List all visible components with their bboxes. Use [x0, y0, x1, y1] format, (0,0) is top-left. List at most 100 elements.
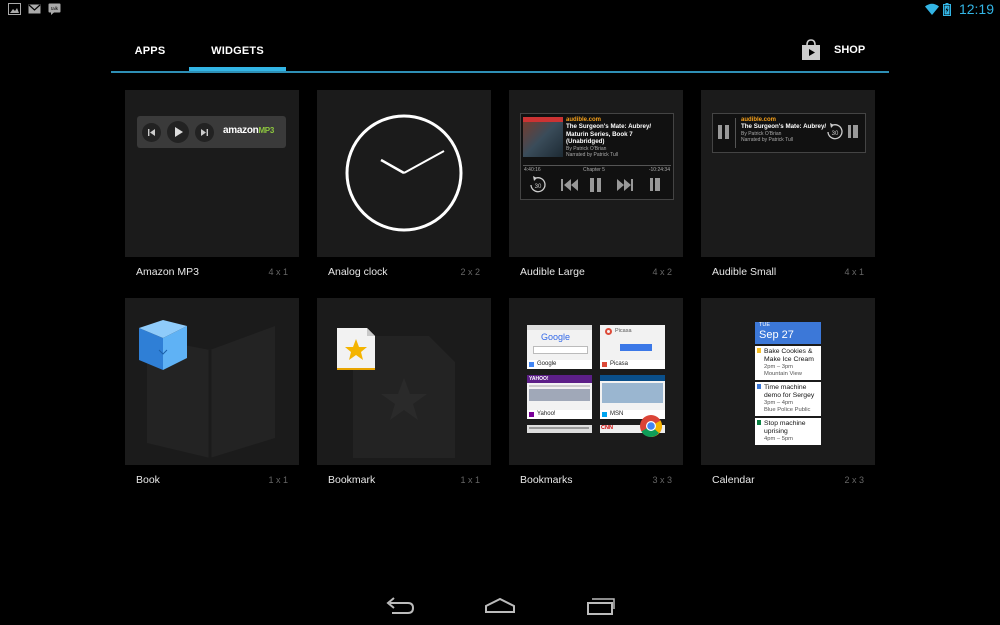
widget-name: Bookmark [328, 474, 376, 486]
bookmark-thumb-yahoo: YAHOO! Yahoo! [527, 375, 592, 419]
pause-icon [718, 125, 729, 139]
widget-name: Calendar [712, 474, 755, 486]
widget-size: 2 x 2 [460, 267, 480, 277]
widget-name: Audible Large [520, 266, 585, 278]
navigation-bar [0, 590, 1000, 625]
amazon-mp3-logo: amazonMP3 [223, 125, 274, 136]
widget-preview[interactable]: Google Google Picasa Picasa YAHOO! Yahoo… [509, 298, 683, 465]
calendar-date: Sep 27 [759, 329, 794, 341]
widget-preview[interactable] [125, 298, 299, 465]
system-icons: 12:19 [924, 1, 994, 17]
back-icon [386, 597, 415, 614]
bookmark-thumb-picasa: Picasa Picasa [600, 325, 665, 369]
back-button[interactable] [380, 594, 420, 618]
widget-audible-large[interactable]: audible.com The Surgeon's Mate: Aubrey/ … [509, 90, 683, 278]
bookmark-thumb-row3-left [527, 425, 592, 433]
audible-remaining: -10:24:34 [648, 167, 670, 173]
widget-bookmarks[interactable]: Google Google Picasa Picasa YAHOO! Yahoo… [509, 298, 683, 486]
home-button[interactable] [480, 594, 520, 618]
audible-small-controls: 30 [827, 123, 858, 140]
analog-clock-icon [345, 114, 463, 232]
audible-title-1: The Surgeon's Mate: Aubrey/ [566, 123, 652, 130]
clock-time: 12:19 [958, 1, 994, 17]
calendar-day-of-week: TUE [759, 322, 770, 328]
recents-button[interactable] [580, 594, 620, 618]
tab-widgets[interactable]: WIDGETS [189, 30, 286, 72]
home-icon [485, 597, 515, 613]
audible-chapter: Chapter 5 [583, 167, 605, 173]
widget-preview[interactable]: TUE Sep 27 Bake Cookies & Make Ice Cream… [701, 298, 875, 465]
audible-title-2: Maturin Series, Book 7 [566, 130, 633, 138]
next-icon [195, 123, 214, 142]
audible-small-preview: audible.com The Surgeon's Mate: Aubrey/ … [712, 113, 866, 153]
calendar-event: Bake Cookies & Make Ice Cream 2pm – 3pm … [755, 346, 821, 380]
rewind-30-icon: 30 [530, 176, 546, 193]
widget-size: 4 x 2 [652, 267, 672, 277]
audible-narrator: Narrated by Patrick Tull [566, 151, 618, 158]
widget-size: 1 x 1 [460, 475, 480, 485]
widget-book[interactable]: Book 1 x 1 [125, 298, 299, 486]
library-icon [848, 125, 858, 138]
widget-preview[interactable]: audible.com The Surgeon's Mate: Aubrey/ … [701, 90, 875, 257]
recents-icon [587, 598, 615, 615]
audible-controls: 30 [530, 176, 660, 193]
audible-title-3: (Unabridged) [566, 138, 605, 145]
widget-preview[interactable] [317, 90, 491, 257]
widget-name: Book [136, 474, 160, 486]
play-books-icon [139, 320, 275, 458]
widget-preview[interactable]: amazonMP3 [125, 90, 299, 257]
svg-text:talk: talk [51, 6, 59, 11]
rewind-30-icon: 30 [827, 123, 843, 140]
calendar-preview: TUE Sep 27 Bake Cookies & Make Ice Cream… [755, 322, 821, 445]
widget-size: 4 x 1 [268, 267, 288, 277]
widget-name: Bookmarks [520, 474, 573, 486]
tab-apps[interactable]: APPS [111, 30, 189, 72]
tab-divider [111, 71, 889, 73]
chrome-icon [640, 415, 662, 437]
gallery-icon [8, 3, 21, 15]
svg-text:30: 30 [832, 131, 839, 137]
play-icon [167, 121, 189, 143]
gmail-icon [28, 4, 41, 14]
svg-text:30: 30 [535, 184, 542, 190]
google-logo: Google [541, 332, 571, 342]
skip-forward-icon [617, 179, 633, 191]
book-cover-image [523, 117, 563, 157]
pause-icon [590, 178, 601, 192]
tab-apps-label: APPS [134, 45, 166, 57]
widget-preview[interactable]: audible.com The Surgeon's Mate: Aubrey/ … [509, 90, 683, 257]
widget-name: Audible Small [712, 266, 777, 278]
widget-size: 3 x 3 [652, 475, 672, 485]
audible-large-preview: audible.com The Surgeon's Mate: Aubrey/ … [520, 113, 674, 200]
shop-button[interactable]: SHOP [800, 36, 865, 64]
widget-calendar[interactable]: TUE Sep 27 Bake Cookies & Make Ice Cream… [701, 298, 875, 486]
widget-size: 1 x 1 [268, 475, 288, 485]
wifi-icon [924, 3, 939, 15]
bookmark-label: Yahoo! [527, 410, 592, 419]
widget-size: 2 x 3 [844, 475, 864, 485]
widget-analog-clock[interactable]: Analog clock 2 x 2 [317, 90, 491, 278]
tab-bar: APPS WIDGETS [111, 30, 889, 72]
play-store-icon [802, 39, 820, 60]
widget-bookmark[interactable]: Bookmark 1 x 1 [317, 298, 491, 486]
amazon-mp3-player-preview: amazonMP3 [137, 116, 286, 148]
shop-label: SHOP [834, 44, 866, 56]
bookmark-label: Google [527, 360, 592, 369]
calendar-event: Time machine demo for Sergey 3pm – 4pm B… [755, 382, 821, 416]
widget-name: Analog clock [328, 266, 388, 278]
widget-size: 4 x 1 [844, 267, 864, 277]
tab-widgets-label: WIDGETS [211, 45, 264, 57]
bookmark-thumb-google: Google Google [527, 325, 592, 369]
calendar-event: Stop machine uprising 4pm – 5pm [755, 418, 821, 445]
talk-icon: talk [48, 3, 61, 15]
audible-title: The Surgeon's Mate: Aubrey/ [741, 123, 827, 130]
widget-preview[interactable] [317, 298, 491, 465]
widget-audible-small[interactable]: audible.com The Surgeon's Mate: Aubrey/ … [701, 90, 875, 278]
previous-icon [142, 123, 161, 142]
battery-icon [942, 2, 951, 16]
status-bar: talk 12:19 [0, 0, 1000, 20]
widget-amazon-mp3[interactable]: amazonMP3 Amazon MP3 4 x 1 [125, 90, 299, 278]
widget-name: Amazon MP3 [136, 266, 200, 278]
calendar-header: TUE Sep 27 [755, 322, 821, 344]
bookmark-icon [337, 328, 455, 458]
